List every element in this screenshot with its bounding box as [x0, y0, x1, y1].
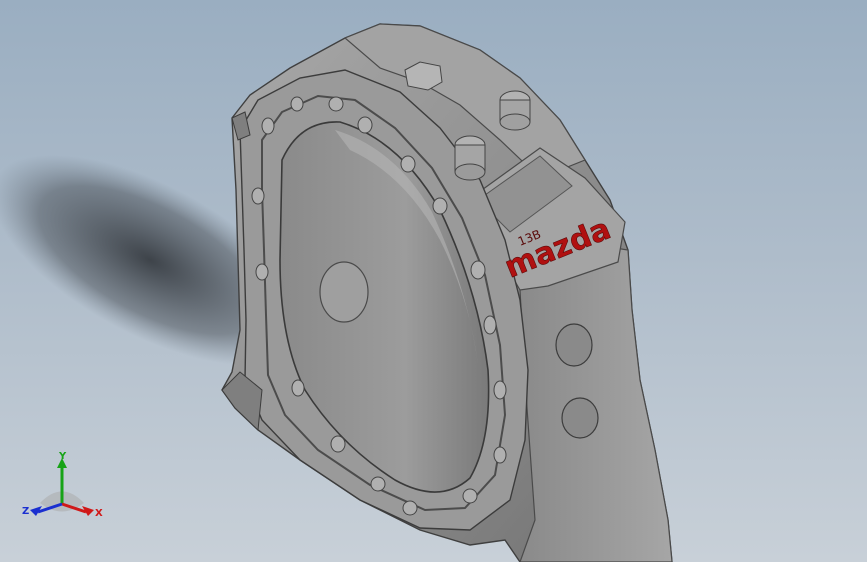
housing-side-face — [519, 247, 673, 562]
cad-viewport[interactable]: mazda 13B Y X Z — [0, 0, 867, 562]
z-axis-label: Z — [22, 506, 29, 517]
model-view[interactable]: mazda 13B — [0, 0, 867, 562]
bore-port-hole — [319, 261, 369, 323]
x-axis-label: X — [95, 508, 103, 519]
y-axis-label: Y — [58, 451, 67, 462]
rotor-housing[interactable] — [221, 23, 673, 562]
axis-triad[interactable]: Y X Z — [22, 448, 112, 528]
